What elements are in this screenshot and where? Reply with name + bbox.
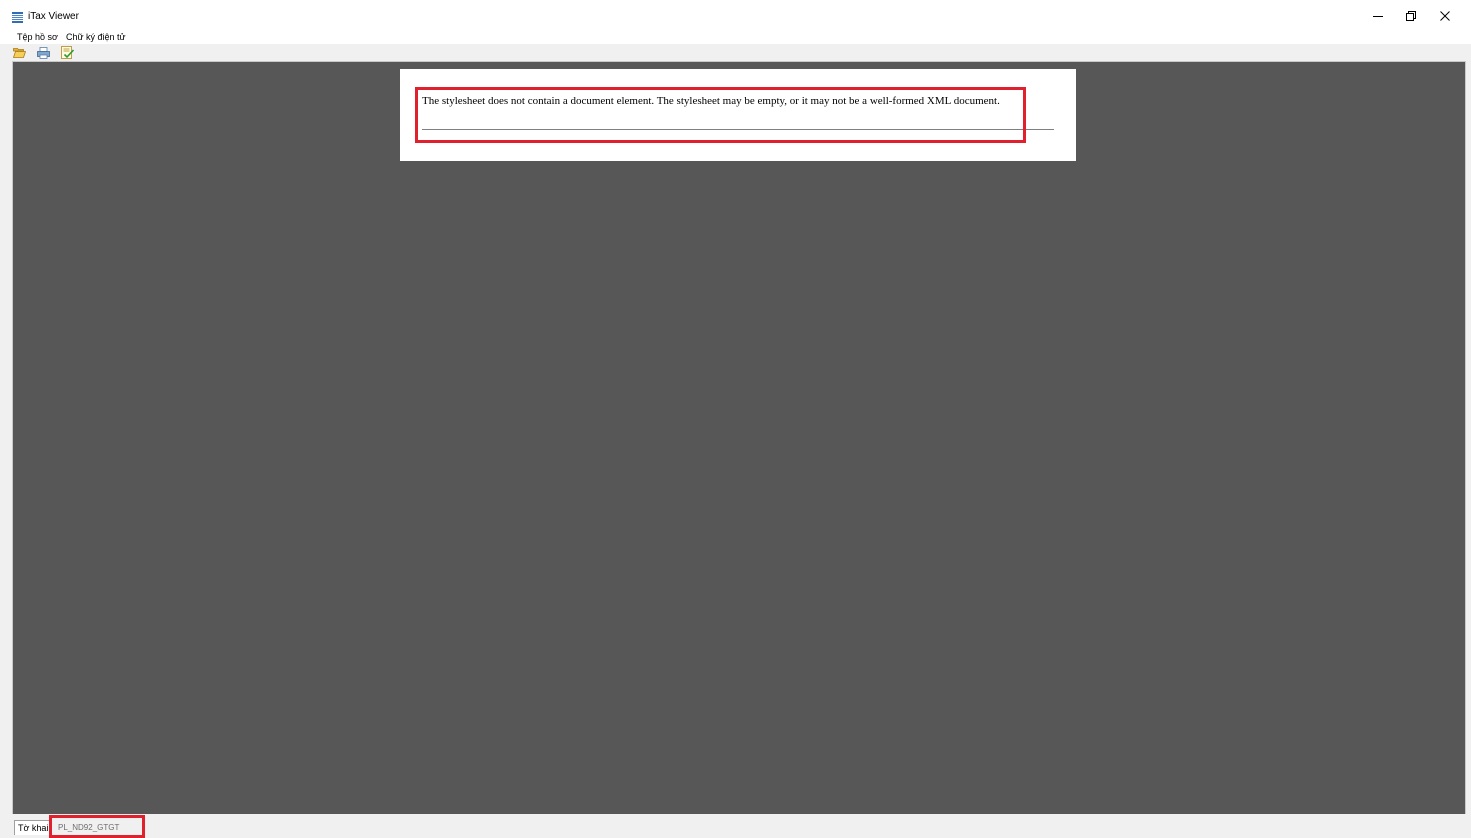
- open-file-button[interactable]: [12, 45, 27, 60]
- printer-icon: [37, 46, 50, 59]
- close-button[interactable]: [1428, 0, 1462, 31]
- toolbar: [0, 44, 1471, 61]
- minimize-icon: [1373, 15, 1383, 17]
- close-icon: [1440, 10, 1450, 21]
- signature-check-icon: [61, 46, 74, 59]
- menu-file[interactable]: Tệp hồ sơ: [17, 31, 58, 44]
- error-highlight-box: [415, 87, 1026, 143]
- minimize-button[interactable]: [1361, 0, 1395, 31]
- verify-signature-button[interactable]: [60, 45, 75, 60]
- folder-open-icon: [13, 48, 26, 58]
- window-title: iTax Viewer: [28, 11, 79, 22]
- app-icon: [12, 10, 23, 23]
- restore-button[interactable]: [1394, 0, 1428, 31]
- restore-icon: [1406, 10, 1416, 21]
- tab-to-khai[interactable]: Tờ khai: [14, 820, 53, 835]
- tab-highlight-box: [49, 815, 145, 838]
- sheet-tab-bar: Tờ khai PL_ND92_GTGT: [0, 814, 1471, 838]
- title-bar: iTax Viewer: [0, 0, 1471, 31]
- menu-digital-signature[interactable]: Chữ ký điện tử: [66, 31, 126, 44]
- app-window: iTax Viewer Tệp hồ sơ Chữ ký điện tử The…: [0, 0, 1471, 838]
- print-button[interactable]: [36, 45, 51, 60]
- menu-bar: Tệp hồ sơ Chữ ký điện tử: [0, 31, 1471, 44]
- document-viewer[interactable]: The stylesheet does not contain a docume…: [12, 61, 1466, 815]
- document-page: The stylesheet does not contain a docume…: [400, 69, 1076, 161]
